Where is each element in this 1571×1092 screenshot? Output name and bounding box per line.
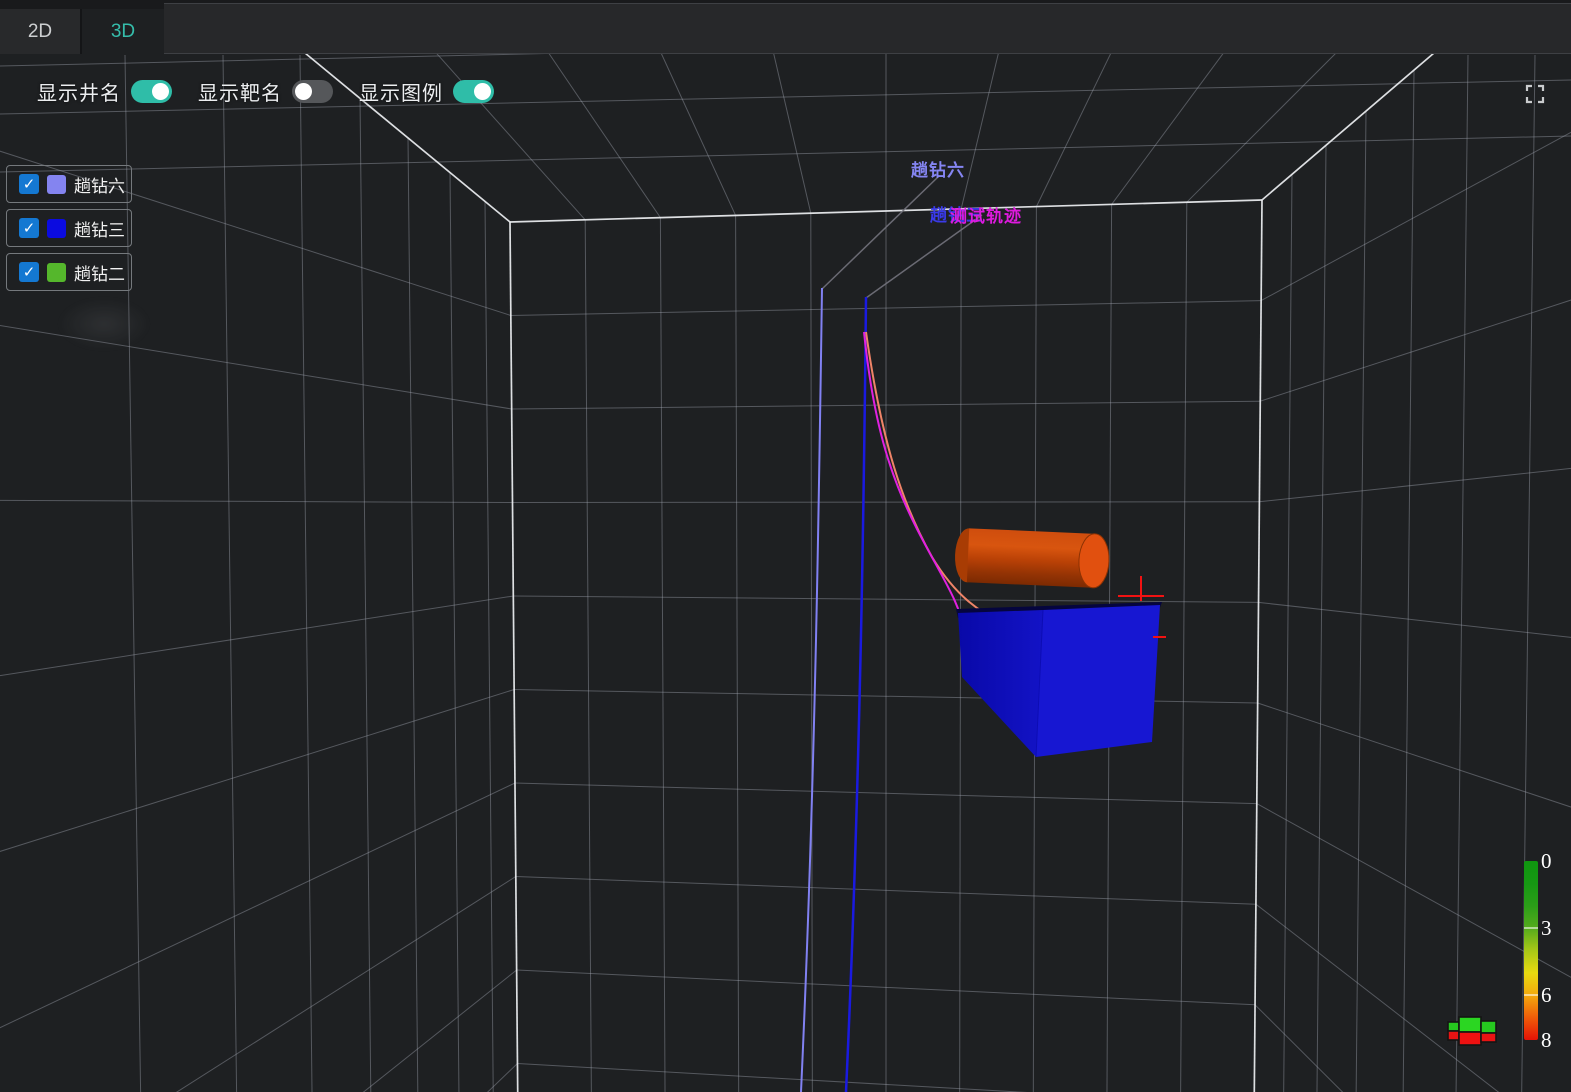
legend-item-label: 趟钻二: [74, 260, 125, 285]
toggle-group-target-names: 显示靶名: [198, 77, 333, 106]
toggle-group-legend: 显示图例: [359, 77, 494, 106]
toggle-knob: [295, 83, 312, 100]
toggle-label-well-names: 显示井名: [37, 77, 121, 106]
trajectory-line: [864, 332, 964, 631]
color-swatch: [47, 219, 66, 238]
color-scale-tick: [1524, 994, 1538, 996]
toggle-label-target-names: 显示靶名: [198, 77, 282, 106]
trajectory-line: [846, 297, 866, 1092]
checkbox-checked[interactable]: ✓: [19, 262, 39, 282]
fullscreen-icon: [1523, 82, 1547, 106]
toggle-legend[interactable]: [453, 80, 494, 103]
legend-item[interactable]: ✓ 趟钻二: [6, 253, 132, 291]
legend-item-label: 趟钻三: [74, 216, 125, 241]
color-swatch: [47, 175, 66, 194]
color-scale-tick: [1524, 927, 1538, 929]
well-label: 趟钻六: [911, 156, 965, 181]
color-scale-bar: 0368: [1524, 861, 1538, 1040]
toggle-group-well-names: 显示井名: [37, 77, 172, 106]
toggle-knob: [474, 83, 491, 100]
display-toolbar: 显示井名 显示靶名 显示图例: [37, 77, 494, 106]
checkbox-checked[interactable]: ✓: [19, 218, 39, 238]
tab-2d[interactable]: 2D: [0, 9, 82, 54]
color-scale: 0368: [1524, 861, 1538, 1040]
tab-bar: 2D 3D: [0, 0, 1571, 54]
legend-item[interactable]: ✓ 趟钻三: [6, 209, 132, 247]
scene-viewport[interactable]: 趟钻六 趟钻三 测试轨迹 0368: [0, 0, 1571, 1092]
toggle-label-legend: 显示图例: [359, 77, 443, 106]
tab-3d-label: 3D: [111, 21, 135, 43]
color-scale-tick-label: 3: [1541, 916, 1552, 941]
wireframe-grid: [0, 0, 1571, 1092]
tab-3d[interactable]: 3D: [82, 9, 164, 54]
well-leader-lines: [822, 177, 982, 298]
fullscreen-button[interactable]: [1521, 81, 1549, 109]
toggle-target-names[interactable]: [292, 80, 333, 103]
trajectory-label: 测试轨迹: [950, 202, 1022, 227]
checkbox-checked[interactable]: ✓: [19, 174, 39, 194]
tab-bar-filler: [164, 3, 1571, 54]
toggle-well-names[interactable]: [131, 80, 172, 103]
target-box: [956, 602, 1162, 757]
legend-item-label: 趟钻六: [74, 172, 125, 197]
mini-target-widget: [1448, 1017, 1496, 1045]
color-scale-tick-label: 6: [1541, 983, 1552, 1008]
toggle-knob: [152, 83, 169, 100]
color-scale-tick-label: 0: [1541, 849, 1552, 874]
color-swatch: [47, 263, 66, 282]
ghost-smudge: [58, 298, 150, 350]
tab-2d-label: 2D: [28, 21, 52, 43]
legend-item[interactable]: ✓ 趟钻六: [6, 165, 132, 203]
grid-svg: [0, 0, 1571, 1092]
color-scale-tick-label: 8: [1541, 1028, 1552, 1053]
casing-cylinder: [954, 528, 1110, 589]
legend-panel: ✓ 趟钻六 ✓ 趟钻三 ✓ 趟钻二: [6, 165, 132, 297]
